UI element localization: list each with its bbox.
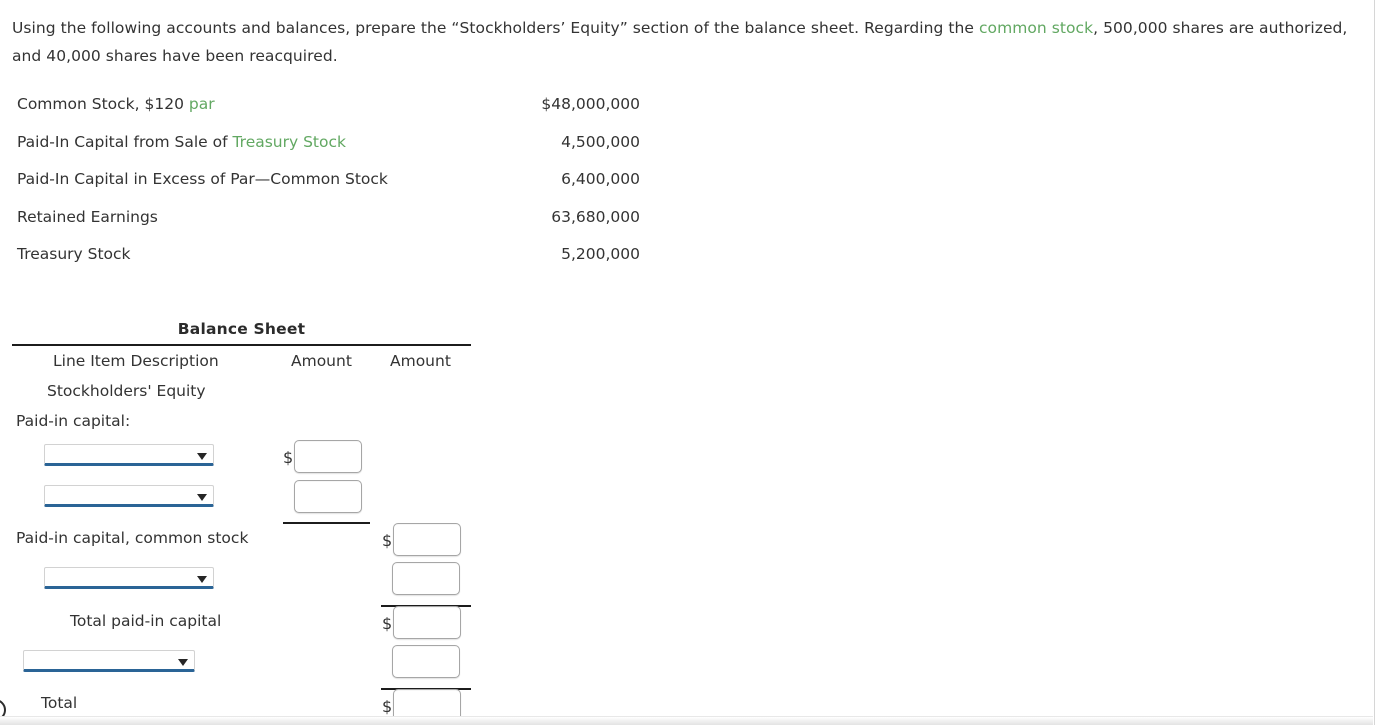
account-name: Paid-In Capital in Excess of Par—Common …: [17, 170, 388, 188]
currency-symbol: $: [382, 697, 393, 716]
line-item-dropdown-3[interactable]: [44, 567, 214, 589]
currency-symbol: $: [382, 531, 393, 550]
currency-symbol: $: [283, 448, 294, 467]
account-name: Treasury Stock: [17, 245, 131, 263]
column-header-amount-2: Amount: [390, 352, 451, 370]
account-name: Retained Earnings: [17, 207, 158, 226]
amount-input-4[interactable]: [392, 562, 460, 595]
line-item-dropdown-2[interactable]: [44, 485, 214, 507]
account-row: Retained Earnings 63,680,000: [0, 199, 660, 237]
title-divider: [12, 344, 471, 346]
column-header-description: Line Item Description: [53, 352, 219, 370]
account-balances-list: Common Stock, $120 par $48,000,000 Paid-…: [0, 86, 660, 274]
horizontal-scrollbar[interactable]: [0, 716, 1373, 725]
amount-input-3[interactable]: [393, 523, 461, 556]
account-row: Treasury Stock 5,200,000: [0, 236, 660, 274]
prompt-text-part1: Using the following accounts and balance…: [12, 19, 979, 37]
row-label-total-paid-in-capital: Total paid-in capital: [70, 612, 222, 630]
account-row: Paid-In Capital in Excess of Par—Common …: [0, 161, 660, 199]
account-name-text: Paid-In Capital from Sale of: [17, 132, 233, 151]
account-name: Paid-In Capital from Sale of Treasury St…: [17, 124, 346, 162]
amount-input-5[interactable]: [393, 606, 461, 639]
amount-input-2[interactable]: [294, 480, 362, 513]
row-label-paid-in-capital: Paid-in capital:: [16, 412, 131, 430]
account-amount: 5,200,000: [561, 245, 640, 263]
line-item-dropdown-4[interactable]: [23, 650, 195, 672]
page-right-divider: [1374, 0, 1375, 725]
account-row: Common Stock, $120 par $48,000,000: [0, 86, 660, 124]
line-item-dropdown-1[interactable]: [44, 444, 214, 466]
par-link[interactable]: par: [189, 95, 215, 113]
column-header-amount-1: Amount: [291, 352, 352, 370]
account-name: Common Stock, $120 par: [17, 86, 215, 124]
treasury-stock-link[interactable]: Treasury Stock: [232, 133, 346, 151]
balance-sheet-title: Balance Sheet: [177, 320, 306, 338]
account-amount: 63,680,000: [551, 207, 640, 226]
account-row: Paid-In Capital from Sale of Treasury St…: [0, 124, 660, 162]
amount-input-1[interactable]: [294, 440, 362, 473]
account-amount: 4,500,000: [561, 132, 640, 151]
exercise-prompt: Using the following accounts and balance…: [12, 14, 1360, 70]
row-label-paid-in-capital-common-stock: Paid-in capital, common stock: [16, 529, 249, 547]
account-name-text: Common Stock, $120: [17, 95, 189, 113]
row-label-total: Total: [41, 694, 78, 712]
subtotal-rule-column-1: [283, 522, 370, 524]
common-stock-link[interactable]: common stock: [979, 19, 1093, 37]
account-amount: $48,000,000: [541, 95, 640, 113]
amount-input-6[interactable]: [392, 645, 460, 678]
currency-symbol: $: [382, 614, 393, 633]
row-label-stockholders-equity: Stockholders' Equity: [47, 382, 206, 400]
account-amount: 6,400,000: [561, 170, 640, 188]
